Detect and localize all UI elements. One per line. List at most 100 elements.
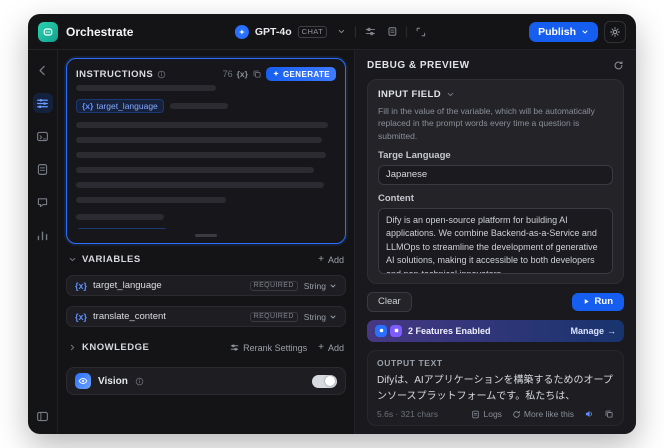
model-settings-icon[interactable]	[362, 24, 378, 40]
speaker-icon	[585, 410, 592, 418]
clear-button[interactable]: Clear	[367, 291, 412, 312]
vision-toggle[interactable]	[312, 374, 337, 388]
text-to-speech-button[interactable]	[584, 409, 594, 419]
plus-icon: +	[318, 253, 324, 265]
add-variable-button[interactable]: + Add	[318, 253, 344, 265]
content-textarea[interactable]: Dify is an open-source platform for buil…	[378, 207, 613, 274]
more-like-this-button[interactable]: More like this	[512, 409, 574, 419]
bar-chart-icon	[37, 231, 48, 240]
prompt-editor[interactable]: {x}target_language {x}translate_content	[76, 81, 336, 229]
sidebar-item-logs[interactable]	[33, 159, 53, 179]
vision-row: Vision	[66, 367, 346, 395]
vision-icon	[75, 373, 91, 389]
manage-label: Manage	[570, 325, 604, 336]
output-title: OUTPUT TEXT	[377, 357, 443, 368]
chevron-down-icon	[330, 284, 336, 287]
plus-icon: +	[318, 341, 324, 353]
terminal-icon	[37, 131, 48, 141]
arrow-left-icon	[39, 65, 45, 75]
model-mode-badge: CHAT	[297, 25, 328, 38]
insert-variable-button[interactable]: {x}	[237, 69, 248, 79]
variable-type-label: String	[303, 311, 326, 322]
chevron-down-icon[interactable]	[68, 255, 77, 264]
publish-label: Publish	[538, 25, 576, 38]
copy-icon	[605, 410, 613, 418]
variable-prefix: {x}	[75, 280, 88, 291]
generate-label: GENERATE	[282, 69, 330, 79]
features-count: 2 Features Enabled	[408, 325, 491, 336]
model-name[interactable]: GPT-4o	[255, 26, 292, 38]
char-count: 76	[222, 69, 233, 79]
variable-type[interactable]: String	[304, 281, 337, 291]
play-icon	[584, 299, 589, 305]
run-label: Run	[594, 296, 613, 308]
target-language-input[interactable]: Japanese	[378, 164, 613, 185]
copy-output-button[interactable]	[604, 409, 614, 419]
info-icon[interactable]	[135, 377, 144, 386]
knowledge-title: KNOWLEDGE	[82, 342, 150, 353]
publish-button[interactable]: Publish	[529, 21, 598, 42]
variables-section-header: VARIABLES + Add	[68, 254, 344, 265]
sliders-icon	[37, 98, 48, 108]
variable-name: translate_content	[93, 311, 166, 322]
info-icon[interactable]	[157, 70, 166, 79]
chevron-down-icon[interactable]	[333, 24, 349, 40]
variable-chip-label: target_language	[96, 101, 158, 111]
chevron-down-icon	[446, 90, 455, 99]
document-icon	[37, 163, 48, 175]
sidebar-item-annotation[interactable]	[33, 192, 53, 212]
prompt-log-icon[interactable]	[384, 24, 400, 40]
sidebar-item-monitoring[interactable]	[33, 225, 53, 245]
output-meta: 5.6s · 321 chars	[377, 409, 438, 419]
generate-button[interactable]: GENERATE	[265, 67, 336, 81]
instructions-title: INSTRUCTIONS	[76, 68, 154, 80]
chat-bubble-icon	[37, 197, 48, 207]
target-language-label: Targe Language	[378, 149, 451, 161]
instructions-card: INSTRUCTIONS 76 {x} GENERATE {x} target_…	[66, 58, 346, 244]
variable-prefix: {x}	[75, 311, 88, 322]
refresh-icon	[513, 410, 520, 418]
sparkle-icon	[273, 70, 279, 77]
sidebar-item-orchestrate[interactable]	[32, 93, 53, 113]
variable-row-translate-content[interactable]: {x} translate_content REQUIRED String	[66, 306, 346, 327]
document-icon	[472, 410, 480, 418]
required-badge: REQUIRED	[249, 311, 298, 322]
input-field-card: INPUT FIELD Fill in the value of the var…	[367, 79, 624, 284]
logs-button[interactable]: Logs	[471, 409, 502, 419]
resize-handle[interactable]	[195, 234, 217, 237]
app-logo-icon[interactable]	[38, 21, 58, 42]
debug-title: DEBUG & PREVIEW	[367, 60, 470, 71]
orchestrate-panel: INSTRUCTIONS 76 {x} GENERATE {x} target_…	[58, 50, 354, 434]
features-enabled-bar[interactable]: 2 Features Enabled Manage →	[367, 319, 624, 342]
left-icon-rail	[28, 50, 58, 434]
input-field-header[interactable]: INPUT FIELD	[378, 89, 613, 100]
sidebar-item-api[interactable]	[33, 126, 53, 146]
maximize-icon[interactable]	[413, 24, 429, 40]
variables-title: VARIABLES	[82, 254, 141, 265]
debug-actions: Clear Run	[367, 291, 624, 312]
variable-chip[interactable]: {x} target_language	[76, 99, 164, 113]
variable-type[interactable]: String	[304, 312, 337, 322]
run-button[interactable]: Run	[571, 292, 624, 311]
variable-chip[interactable]: {x}translate_content	[76, 228, 168, 229]
variable-row-target-language[interactable]: {x} target_language REQUIRED String	[66, 275, 346, 296]
rerank-settings-label: Rerank Settings	[243, 342, 308, 353]
content-label: Content	[378, 192, 414, 204]
gear-icon	[610, 26, 620, 37]
more-like-this-label: More like this	[523, 409, 574, 419]
copy-icon[interactable]	[252, 69, 262, 79]
chevron-right-icon[interactable]	[68, 343, 77, 352]
app-settings-button[interactable]	[604, 20, 626, 43]
model-toolbar: GPT-4o CHAT	[234, 24, 429, 40]
vision-label: Vision	[98, 375, 128, 387]
logs-label: Logs	[483, 409, 502, 419]
collapse-panel-button[interactable]	[33, 406, 53, 426]
sidebar-item-back[interactable]	[33, 60, 53, 80]
input-field-description: Fill in the value of the variable, which…	[378, 106, 595, 141]
rerank-settings-button[interactable]: Rerank Settings	[230, 343, 307, 353]
feature-icon	[390, 324, 402, 337]
restart-button[interactable]	[613, 60, 624, 71]
add-knowledge-button[interactable]: + Add	[318, 341, 344, 353]
manage-features-button[interactable]: Manage →	[570, 326, 616, 336]
panel-toggle-icon	[37, 411, 48, 421]
